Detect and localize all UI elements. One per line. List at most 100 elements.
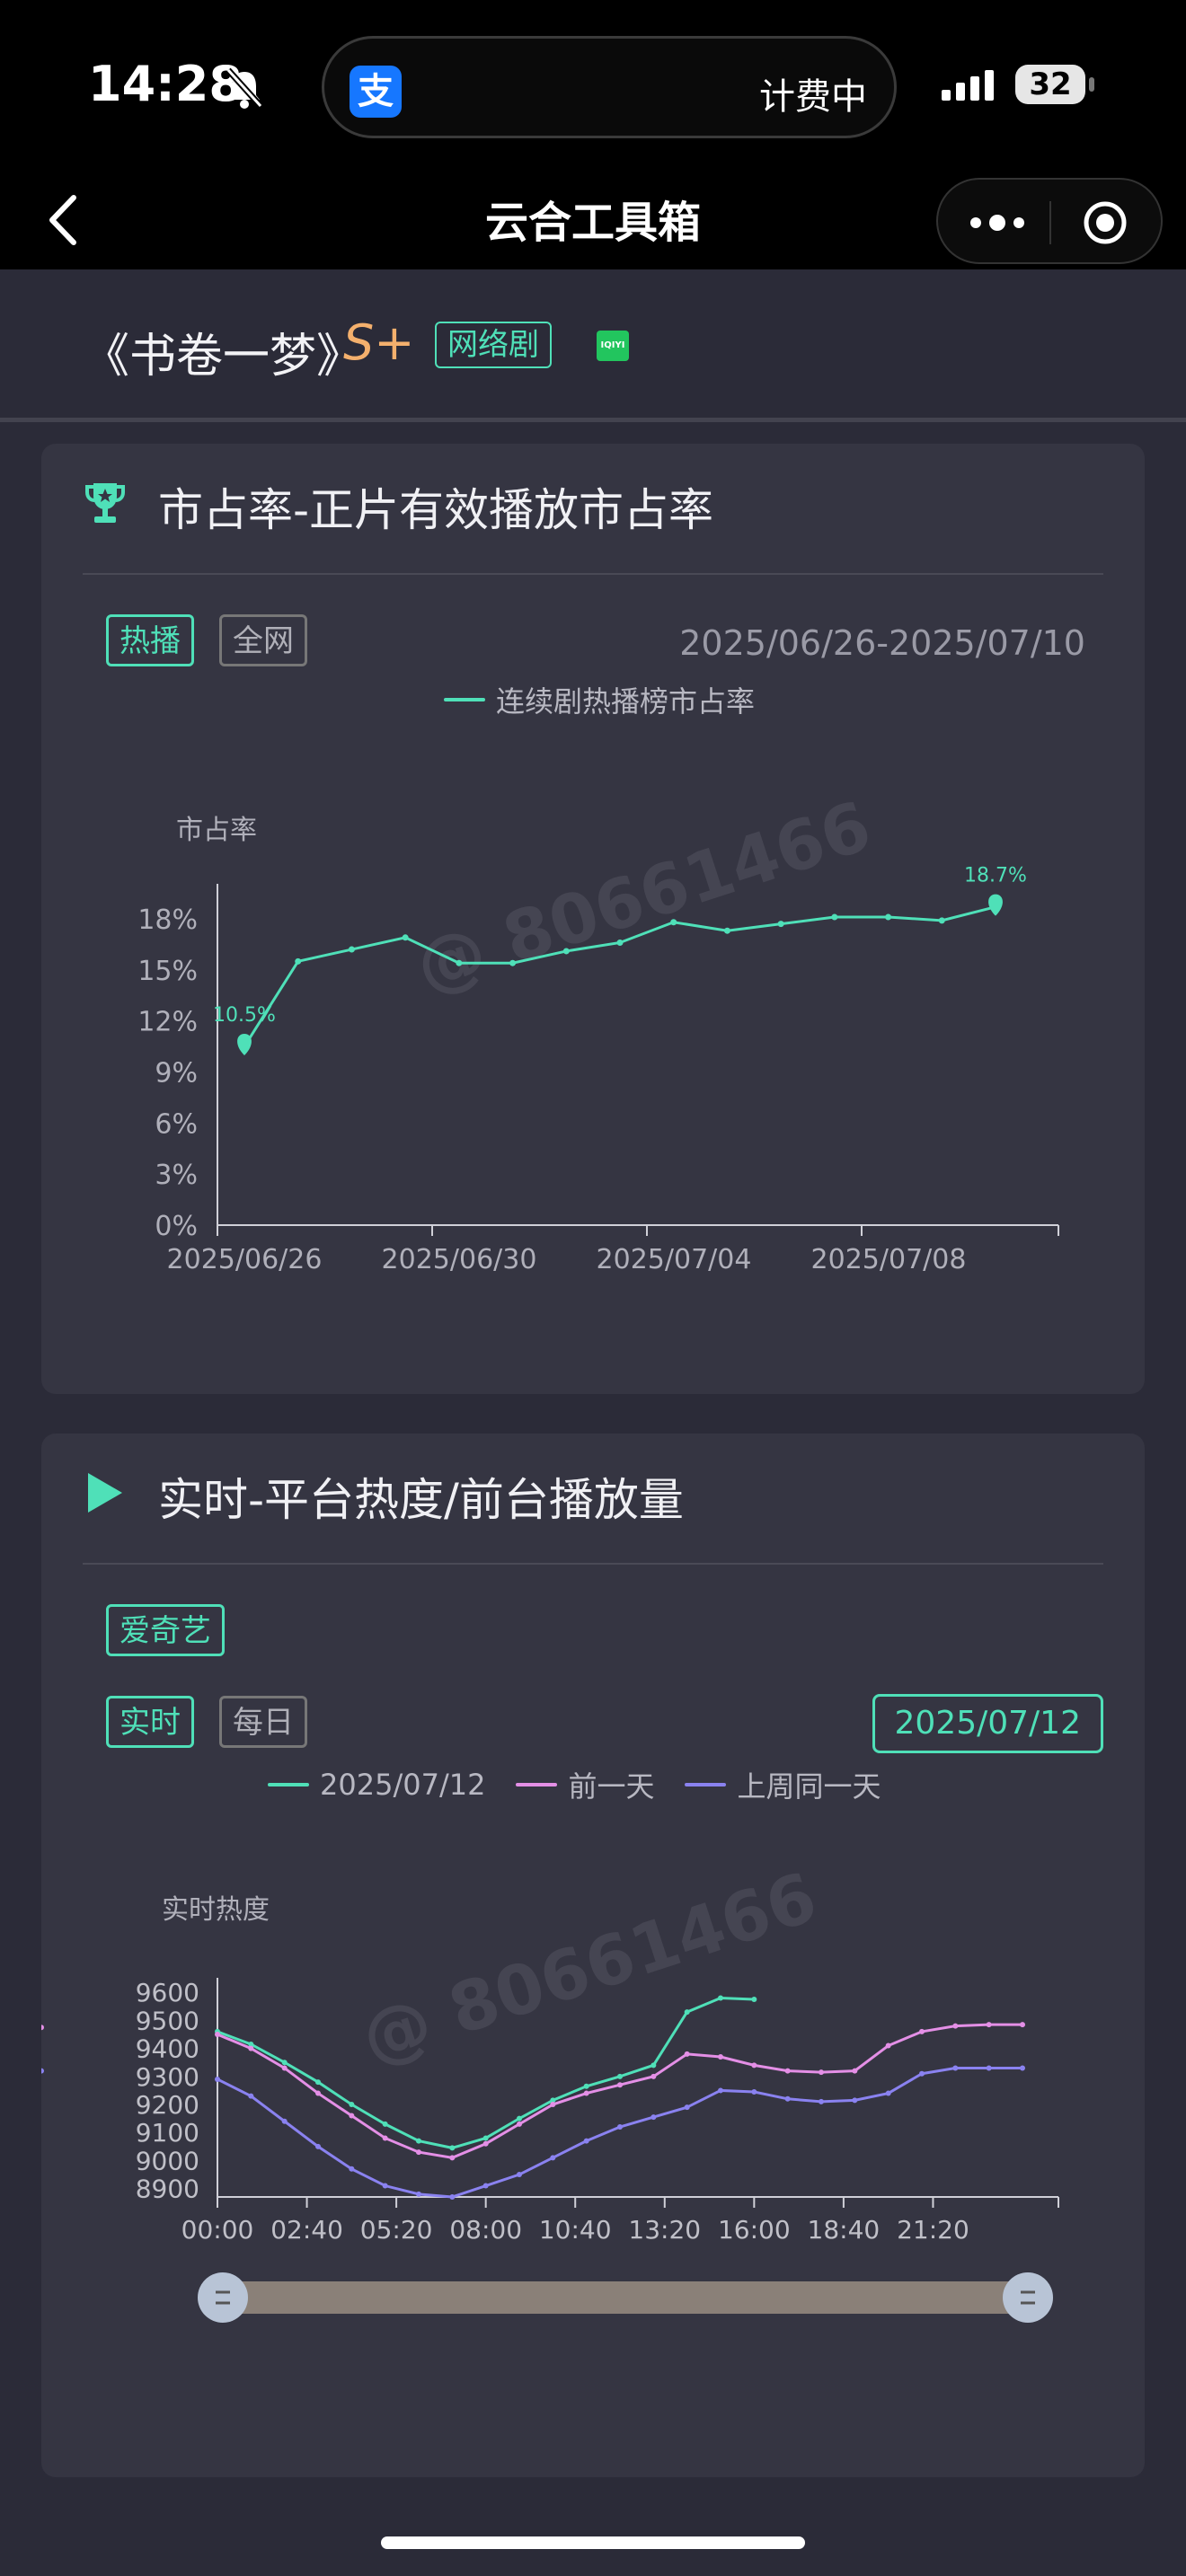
x-tick-label: 10:40 <box>539 2215 612 2245</box>
y-tick-label: 18% <box>137 904 198 936</box>
zoom-slider-right-handle[interactable] <box>1003 2272 1053 2323</box>
market-share-card: 市占率-正片有效播放市占率 热播 全网 2025/06/26-2025/07/1… <box>41 444 1145 1394</box>
realtime-title: 实时-平台热度/前台播放量 <box>158 1474 684 1526</box>
chip-realtime[interactable]: 实时 <box>106 1696 194 1748</box>
y-tick-label: 9200 <box>136 2090 199 2120</box>
data-point <box>583 2083 589 2089</box>
data-point <box>986 2065 992 2071</box>
x-tick-label: 08:00 <box>449 2215 522 2245</box>
data-point <box>1020 2022 1025 2028</box>
data-point <box>402 934 409 941</box>
y-tick-label: 8900 <box>136 2175 199 2204</box>
data-point <box>449 2155 456 2161</box>
data-point <box>617 2082 623 2088</box>
data-point <box>382 2121 388 2127</box>
data-point <box>919 2028 925 2034</box>
close-target-icon[interactable] <box>1082 199 1128 246</box>
play-triangle-icon <box>88 1473 122 1513</box>
realtime-card: 实时-平台热度/前台播放量 爱奇艺 实时 每日 2025/07/12 2025/… <box>41 1434 1145 2477</box>
zoom-slider-track[interactable] <box>221 2281 1030 2314</box>
y-tick-label: 3% <box>155 1160 198 1191</box>
y-tick-label: 9600 <box>136 1978 199 2007</box>
battery-level: 32 <box>1015 65 1085 104</box>
y-tick-label: 9500 <box>136 2006 199 2035</box>
show-header: 《书卷一梦》 S+ 网络剧 IQIYI <box>0 269 1186 422</box>
y-axis-title: 实时热度 <box>162 1894 270 1926</box>
alipay-icon: 支 <box>350 66 402 118</box>
watermark-text: @ 80661466 <box>352 1857 826 2078</box>
data-point <box>456 959 463 966</box>
x-tick-label: 05:20 <box>360 2215 433 2245</box>
data-point <box>248 2093 254 2099</box>
y-tick-label: 6% <box>155 1108 198 1140</box>
data-point <box>670 919 677 926</box>
status-time: 14:28 <box>88 56 243 112</box>
data-point <box>718 2087 723 2094</box>
zoom-slider-left-handle[interactable] <box>198 2272 248 2323</box>
iqiyi-logo-icon: IQIYI <box>597 331 629 361</box>
data-point <box>41 2068 44 2074</box>
data-point <box>651 2114 657 2121</box>
data-point <box>831 913 838 921</box>
legend-swatch <box>268 1783 309 1786</box>
data-point <box>1020 2065 1025 2071</box>
capsule-divider <box>1049 201 1051 244</box>
y-axis-title: 市占率 <box>176 815 257 846</box>
y-tick-label: 9000 <box>136 2146 199 2175</box>
data-point <box>416 2138 421 2144</box>
show-title: 《书卷一梦》 <box>83 330 364 384</box>
data-point <box>215 2032 220 2038</box>
data-point <box>583 2090 589 2096</box>
y-tick-label: 9300 <box>136 2062 199 2092</box>
data-point <box>651 2062 657 2069</box>
data-point <box>617 2124 623 2130</box>
x-tick-label: 18:40 <box>808 2215 881 2245</box>
more-dots-icon[interactable] <box>961 198 1033 248</box>
data-point <box>885 913 892 921</box>
y-tick-label: 12% <box>137 1007 198 1038</box>
data-point <box>517 2172 522 2178</box>
data-point <box>919 2070 925 2077</box>
nav-bar: 云合工具箱 <box>0 171 1186 269</box>
data-point <box>281 2118 288 2124</box>
market-share-chart: @ 80661466 市占率 0% 3% 6% 9% 12% 15% 18% 2025/06/2… <box>137 785 1059 1275</box>
data-point <box>784 2095 791 2102</box>
data-point <box>482 2140 489 2147</box>
data-point <box>852 2068 858 2074</box>
y-tick-label: 0% <box>155 1211 198 1242</box>
trophy-icon <box>85 483 125 523</box>
watermark-text: @ 80661466 <box>406 785 880 1007</box>
data-point <box>315 2079 321 2086</box>
dynamic-island[interactable]: 支 计费中 <box>322 36 897 138</box>
realtime-chart: @ 80661466 实时热度8900900091009200930094009… <box>41 1857 1059 2323</box>
data-label: 18.7% <box>964 865 1027 887</box>
data-point <box>449 2145 456 2151</box>
y-tick-label: 9100 <box>136 2118 199 2148</box>
data-point <box>562 948 570 955</box>
data-point <box>784 2068 791 2074</box>
signal-icon <box>942 70 994 101</box>
chip-platform-iqiyi[interactable]: 爱奇艺 <box>106 1604 225 1656</box>
home-indicator[interactable] <box>381 2536 805 2549</box>
data-label: 10.5% <box>213 1004 276 1027</box>
billing-status: 计费中 <box>759 76 867 118</box>
data-point <box>550 2102 556 2108</box>
data-point <box>723 927 730 934</box>
data-point <box>952 2065 959 2071</box>
x-tick-label: 21:20 <box>897 2215 969 2245</box>
data-point <box>583 2138 589 2144</box>
legend-swatch <box>685 1783 727 1786</box>
data-point <box>617 2073 623 2079</box>
card-divider <box>83 1563 1103 1565</box>
marker-pin <box>988 894 1003 916</box>
data-point <box>684 2009 690 2016</box>
date-picker-button[interactable]: 2025/07/12 <box>872 1694 1103 1753</box>
card-divider <box>83 573 1103 575</box>
x-tick-label: 16:00 <box>718 2215 791 2245</box>
x-tick-label: 2025/06/30 <box>382 1244 537 1275</box>
x-tick-label: 02:40 <box>270 2215 343 2245</box>
y-tick-label: 9% <box>155 1057 198 1089</box>
data-point <box>550 2155 556 2161</box>
data-point <box>382 2135 388 2141</box>
chip-daily[interactable]: 每日 <box>219 1696 307 1748</box>
